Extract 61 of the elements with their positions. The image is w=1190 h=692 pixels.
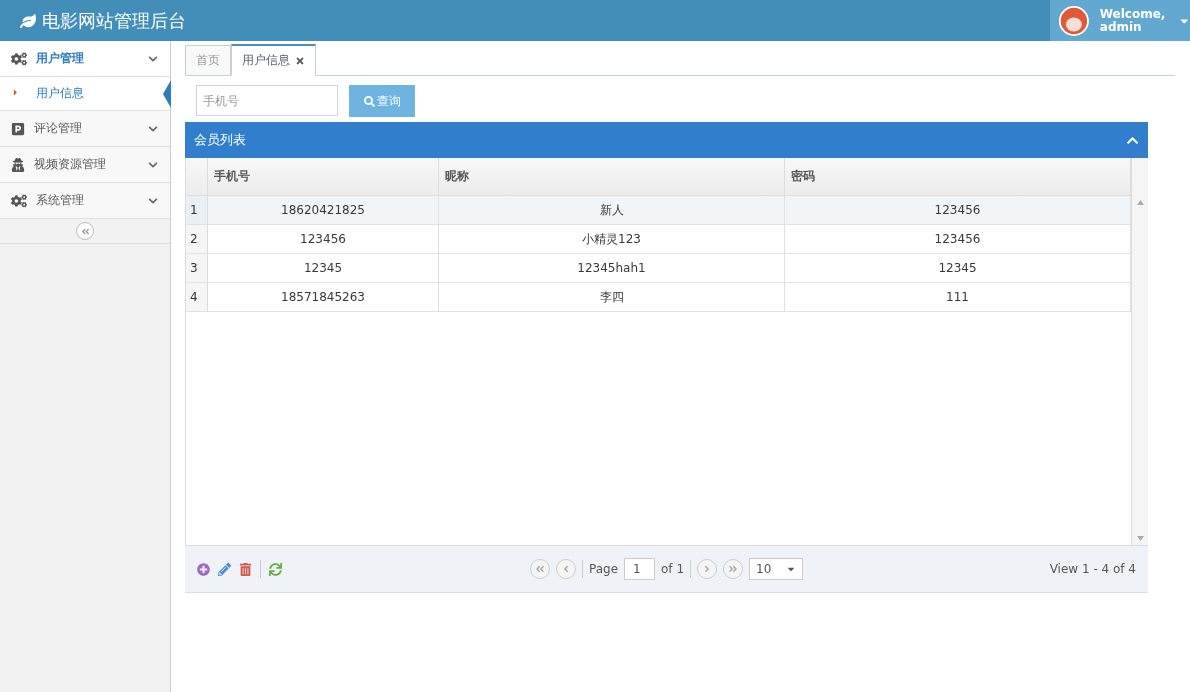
gears-icon bbox=[11, 192, 27, 209]
refresh-icon[interactable] bbox=[269, 562, 282, 576]
gears-icon bbox=[11, 50, 27, 67]
table-row[interactable]: 1 18620421825 新人 123456 bbox=[186, 196, 1131, 225]
table-row[interactable]: 2 123456 小精灵123 123456 bbox=[186, 225, 1131, 254]
table-cell: 123456 bbox=[208, 225, 439, 253]
double-left-icon bbox=[534, 564, 545, 574]
table-cell: 李四 bbox=[439, 283, 785, 311]
prev-page-button[interactable] bbox=[555, 559, 576, 579]
table-cell: 18620421825 bbox=[208, 196, 439, 224]
page-label: Page bbox=[588, 562, 619, 576]
row-number: 3 bbox=[186, 254, 208, 282]
table-cell: 12345hah1 bbox=[439, 254, 785, 282]
table-cell: 小精灵123 bbox=[439, 225, 785, 253]
parking-icon bbox=[11, 121, 25, 136]
last-page-button[interactable] bbox=[723, 559, 744, 579]
table-cell: 18571845263 bbox=[208, 283, 439, 311]
tab[interactable]: 用户信息 bbox=[231, 44, 316, 76]
row-number: 1 bbox=[186, 196, 208, 224]
first-page-button[interactable] bbox=[529, 559, 550, 579]
page-field[interactable]: 1 bbox=[624, 558, 656, 580]
next-page-button[interactable] bbox=[697, 559, 718, 579]
double-right-icon bbox=[728, 564, 739, 574]
phone-search-field[interactable]: 手机号 bbox=[196, 85, 338, 116]
page-count: of 1 bbox=[661, 562, 685, 576]
welcome-text: Welcome, bbox=[1099, 7, 1166, 21]
column-header[interactable]: 手机号 bbox=[208, 158, 439, 195]
menu-item[interactable]: 用户管理 bbox=[0, 41, 170, 77]
table-cell: 新人 bbox=[439, 196, 785, 224]
spy-icon bbox=[11, 157, 25, 172]
menu-item[interactable]: 评论管理 bbox=[0, 111, 170, 147]
table-row[interactable]: 3 12345 12345hah1 12345 bbox=[186, 254, 1131, 283]
user-name: admin bbox=[1099, 20, 1142, 34]
page-size-select[interactable]: 10 bbox=[749, 558, 804, 580]
add-icon[interactable] bbox=[197, 562, 210, 576]
chevron-icon bbox=[148, 159, 158, 170]
record-count: View 1 - 4 of 4 bbox=[1048, 562, 1136, 576]
scroll-up-icon[interactable] bbox=[1136, 200, 1144, 205]
menu-item[interactable]: 系统管理 bbox=[0, 183, 170, 219]
table-row[interactable]: 4 18571845263 李四 111 bbox=[186, 283, 1131, 312]
collapse-button[interactable] bbox=[76, 222, 94, 240]
chevron-icon bbox=[148, 123, 158, 134]
row-number: 2 bbox=[186, 225, 208, 253]
table-cell: 12345 bbox=[208, 254, 439, 282]
scrollbar[interactable] bbox=[1131, 158, 1148, 545]
submenu-item[interactable]: 用户信息 bbox=[0, 77, 170, 111]
chevron-icon bbox=[148, 195, 158, 206]
column-header[interactable]: 昵称 bbox=[439, 158, 785, 195]
grid-title: 会员列表 bbox=[194, 131, 246, 149]
close-icon[interactable] bbox=[295, 55, 305, 66]
row-number: 4 bbox=[186, 283, 208, 311]
app-title: 电影网站管理后台 bbox=[42, 8, 186, 33]
trash-icon[interactable] bbox=[239, 562, 252, 576]
pencil-icon[interactable] bbox=[218, 562, 231, 576]
double-left-icon bbox=[80, 226, 90, 236]
leaf-icon bbox=[20, 12, 36, 29]
caret-icon bbox=[11, 88, 20, 97]
scroll-down-icon[interactable] bbox=[1136, 536, 1144, 541]
chevron-icon bbox=[148, 53, 158, 64]
menu-item[interactable]: 视频资源管理 bbox=[0, 147, 170, 183]
search-icon bbox=[363, 95, 375, 107]
